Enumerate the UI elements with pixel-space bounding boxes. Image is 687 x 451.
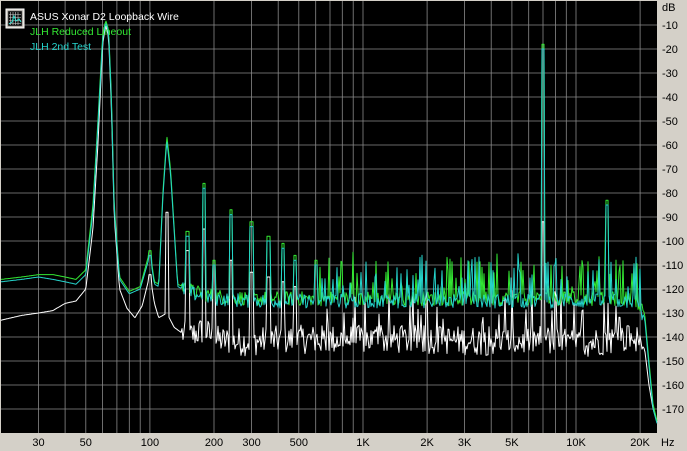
y-tick-label: -20 bbox=[662, 44, 678, 56]
x-tick-label: 100 bbox=[141, 437, 159, 449]
x-tick-label: 2K bbox=[420, 437, 434, 449]
y-tick-label: -10 bbox=[662, 20, 678, 32]
x-tick-label: 20K bbox=[630, 437, 650, 449]
y-tick-label: -170 bbox=[662, 404, 684, 416]
y-tick-label: -100 bbox=[662, 236, 684, 248]
x-tick-label: 10K bbox=[566, 437, 586, 449]
y-tick-label: -90 bbox=[662, 212, 678, 224]
x-tick-label: 1K bbox=[356, 437, 370, 449]
legend-icon[interactable] bbox=[5, 8, 25, 29]
y-tick-label: -110 bbox=[662, 260, 683, 272]
legend-entry-jlh-reduced-lineout: JLH Reduced Lineout bbox=[30, 26, 131, 38]
x-axis-label: Hz bbox=[661, 437, 674, 449]
x-tick-label: 200 bbox=[205, 437, 223, 449]
x-tick-label: 50 bbox=[80, 437, 92, 449]
x-tick-label: 500 bbox=[290, 437, 308, 449]
x-tick-label: 300 bbox=[242, 437, 260, 449]
x-tick-label: 30 bbox=[32, 437, 44, 449]
y-tick-label: -160 bbox=[662, 380, 684, 392]
y-tick-label: -140 bbox=[662, 332, 684, 344]
y-tick-label: -150 bbox=[662, 356, 684, 368]
y-tick-label: -70 bbox=[662, 164, 678, 176]
x-tick-label: 3K bbox=[458, 437, 472, 449]
spectrum-chart: -10 -20 -30 -40 -50 -60 -70 -80 -90 -100 -110 -120 -… bbox=[0, 0, 687, 451]
legend-entry-jlh-2nd-test: JLH 2nd Test bbox=[30, 41, 91, 53]
y-tick-label: -60 bbox=[662, 140, 678, 152]
x-tick-label: 5K bbox=[505, 437, 519, 449]
y-axis-label: dB bbox=[662, 2, 675, 14]
y-tick-label: -50 bbox=[662, 116, 678, 128]
legend-entry-loopback-wire: ASUS Xonar D2 Loopback Wire bbox=[30, 11, 179, 23]
y-tick-label: -120 bbox=[662, 284, 684, 296]
y-tick-label: -40 bbox=[662, 92, 678, 104]
y-tick-label: -30 bbox=[662, 68, 678, 80]
y-tick-label: -130 bbox=[662, 308, 684, 320]
y-tick-label: -80 bbox=[662, 188, 678, 200]
